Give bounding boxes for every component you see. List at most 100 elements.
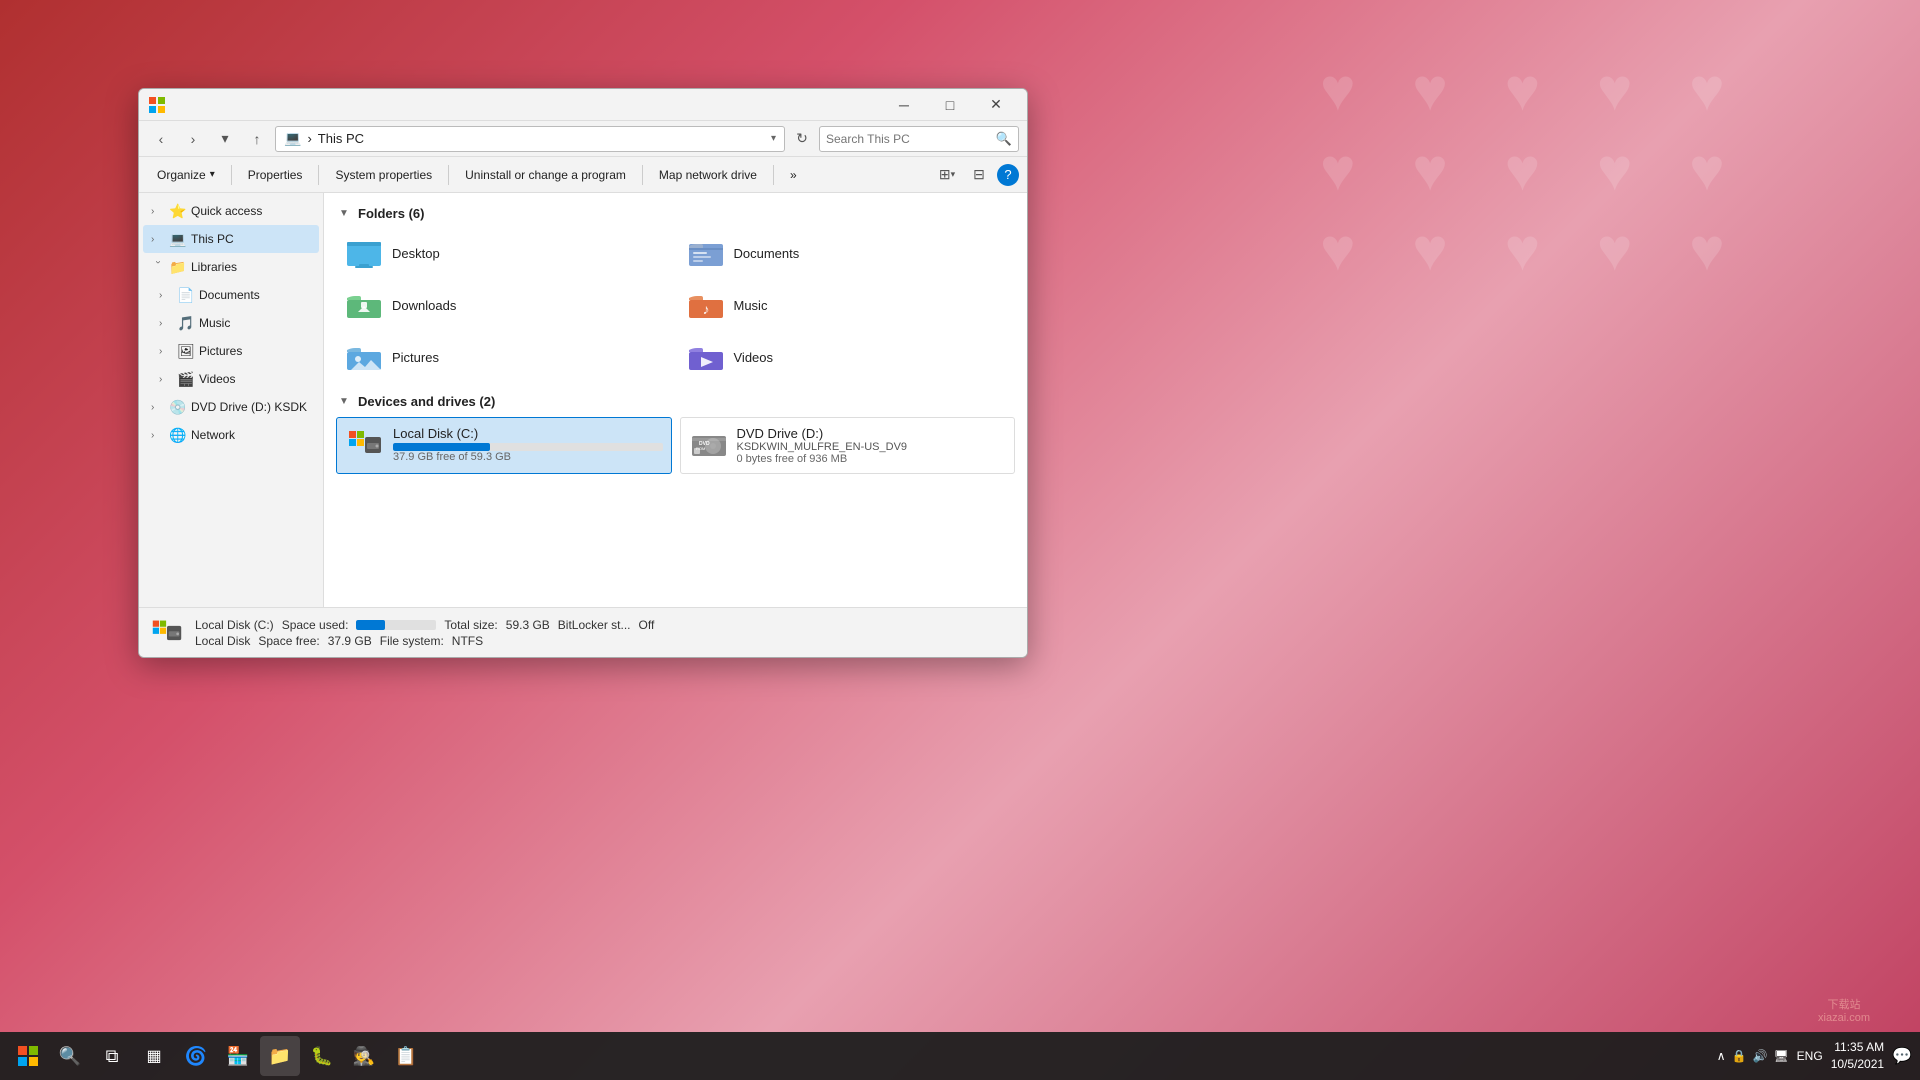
app3-icon: 📋 (395, 1046, 417, 1067)
chevron-icon: › (151, 402, 165, 413)
notification-icon[interactable]: 💬 (1892, 1046, 1912, 1066)
folders-toggle[interactable]: ▼ (336, 205, 352, 221)
back-button[interactable]: ‹ (147, 125, 175, 153)
folder-item-pictures[interactable]: Pictures (336, 333, 674, 381)
folder-item-music[interactable]: ♪ Music (678, 281, 1016, 329)
uninstall-button[interactable]: Uninstall or change a program (455, 161, 636, 189)
language-indicator[interactable]: ENG (1797, 1049, 1823, 1063)
dvd-info: DVD Drive (D:) KSDKWIN_MULFRE_EN-US_DV9 … (737, 426, 1007, 465)
sidebar-item-network[interactable]: › 🌐 Network (143, 421, 319, 449)
app3-button[interactable]: 📋 (386, 1036, 426, 1076)
forward-button[interactable]: › (179, 125, 207, 153)
minimize-button[interactable]: ─ (881, 89, 927, 121)
devices-title: Devices and drives (2) (358, 394, 495, 409)
dvd-drive-name: DVD Drive (D:) (737, 426, 1007, 441)
sidebar-item-this-pc[interactable]: › 💻 This PC (143, 225, 319, 253)
search-button[interactable]: 🔍 (50, 1036, 90, 1076)
widgets-button[interactable]: ▦ (134, 1036, 174, 1076)
toolbar-separator-2 (318, 165, 319, 185)
devices-toggle[interactable]: ▼ (336, 393, 352, 409)
task-view-icon: ⧉ (106, 1046, 119, 1067)
search-box[interactable]: 🔍 (819, 126, 1019, 152)
sidebar-item-pictures[interactable]: › 🖼 Pictures (143, 337, 319, 365)
store-button[interactable]: 🏪 (218, 1036, 258, 1076)
status-bar: Local Disk (C:) Space used: Total size: … (139, 607, 1027, 657)
folder-item-documents[interactable]: Documents (678, 229, 1016, 277)
window-icon (147, 95, 167, 115)
folder-item-videos[interactable]: Videos (678, 333, 1016, 381)
dvd-drive-subtitle: KSDKWIN_MULFRE_EN-US_DV9 (737, 441, 1007, 453)
map-drive-button[interactable]: Map network drive (649, 161, 767, 189)
status-row-used: Local Disk (C:) Space used: Total size: … (195, 618, 654, 632)
help-button[interactable]: ? (997, 164, 1019, 186)
sidebar-item-music[interactable]: › 🎵 Music (143, 309, 319, 337)
organize-button[interactable]: Organize ▾ (147, 161, 225, 189)
start-logo-q4 (29, 1057, 38, 1066)
tray-expand-icon[interactable]: ∧ (1717, 1049, 1726, 1063)
task-view-button[interactable]: ⧉ (92, 1036, 132, 1076)
sidebar-item-documents[interactable]: › 📄 Documents (143, 281, 319, 309)
sidebar-item-videos[interactable]: › 🎬 Videos (143, 365, 319, 393)
sidebar-item-libraries[interactable]: › 📁 Libraries (143, 253, 319, 281)
folder-item-downloads[interactable]: Downloads (336, 281, 674, 329)
main-panel: ▼ Folders (6) Desktop (324, 193, 1027, 607)
file-explorer-window: ─ □ ✕ ‹ › ▾ ↑ 💻 › This PC ▾ ↻ 🔍 Organize… (138, 88, 1028, 658)
folder-item-desktop[interactable]: Desktop (336, 229, 674, 277)
address-icon: 💻 (284, 130, 301, 147)
documents-icon: 📄 (177, 287, 195, 304)
status-drive-icon-area (151, 617, 183, 649)
videos-folder-name: Videos (734, 350, 774, 365)
status-info: Local Disk (C:) Space used: Total size: … (195, 618, 654, 648)
devices-section-header: ▼ Devices and drives (2) (336, 393, 1015, 409)
drive-item-dvd[interactable]: DVD ROM DVD Drive (D:) KSDKWIN_MULFRE_EN… (680, 417, 1016, 474)
chevron-icon: › (151, 430, 165, 441)
status-bitlocker-value: Off (639, 618, 655, 632)
status-space-free-value: 37.9 GB (328, 634, 372, 648)
chevron-icon: › (159, 374, 173, 385)
sidebar-item-quick-access[interactable]: › ⭐ Quick access (143, 197, 319, 225)
view-dropdown-icon: ▾ (951, 169, 956, 180)
file-explorer-button[interactable]: 📁 (260, 1036, 300, 1076)
dvd-space: 0 bytes free of 936 MB (737, 453, 1007, 465)
status-file-system-value: NTFS (452, 634, 483, 648)
edge-button[interactable]: 🌀 (176, 1036, 216, 1076)
drive-item-local-disk[interactable]: Local Disk (C:) 37.9 GB free of 59.3 GB (336, 417, 672, 474)
view-tiles-button[interactable]: ⊞ ▾ (933, 161, 961, 189)
watermark: 下载站xiazai.com (1818, 996, 1870, 1024)
search-input[interactable] (826, 132, 992, 146)
status-drive-name: Local Disk (C:) (195, 618, 274, 632)
sidebar-item-dvd[interactable]: › 💿 DVD Drive (D:) KSDK (143, 393, 319, 421)
start-button[interactable] (8, 1036, 48, 1076)
dropdown-nav-button[interactable]: ▾ (211, 125, 239, 153)
status-row-free: Local Disk Space free: 37.9 GB File syst… (195, 634, 654, 648)
view-layout-button[interactable]: ⊟ (965, 161, 993, 189)
app1-button[interactable]: 🐛 (302, 1036, 342, 1076)
system-properties-button[interactable]: System properties (325, 161, 442, 189)
svg-text:♪: ♪ (702, 301, 709, 317)
more-button[interactable]: » (780, 161, 807, 189)
chevron-icon: › (151, 206, 165, 217)
app2-button[interactable]: 🕵 (344, 1036, 384, 1076)
network-tray-icon[interactable]: 🖥 (1773, 1049, 1788, 1063)
address-dropdown-arrow[interactable]: ▾ (771, 133, 776, 144)
search-icon[interactable]: 🔍 (996, 131, 1012, 147)
volume-icon[interactable]: 🔊 (1752, 1049, 1767, 1063)
star-icon: ⭐ (169, 203, 187, 220)
toolbar-right: ⊞ ▾ ⊟ ? (933, 161, 1019, 189)
address-box[interactable]: 💻 › This PC ▾ (275, 126, 785, 152)
chevron-icon: › (151, 234, 165, 245)
taskbar: 🔍 ⧉ ▦ 🌀 🏪 📁 🐛 🕵 📋 ∧ 🔒 (0, 1032, 1920, 1080)
clock-date: 10/5/2021 (1831, 1056, 1884, 1073)
pictures-icon: 🖼 (177, 343, 195, 360)
folders-section-header: ▼ Folders (6) (336, 205, 1015, 221)
taskbar-clock[interactable]: 11:35 AM 10/5/2021 (1831, 1039, 1884, 1073)
dvd-icon: 💿 (169, 399, 187, 416)
up-button[interactable]: ↑ (243, 125, 271, 153)
computer-icon: 💻 (169, 231, 187, 248)
svg-text:ROM: ROM (696, 446, 705, 451)
maximize-button[interactable]: □ (927, 89, 973, 121)
file-explorer-icon: 📁 (269, 1046, 291, 1067)
close-button[interactable]: ✕ (973, 89, 1019, 121)
refresh-button[interactable]: ↻ (789, 126, 815, 152)
properties-button[interactable]: Properties (238, 161, 313, 189)
